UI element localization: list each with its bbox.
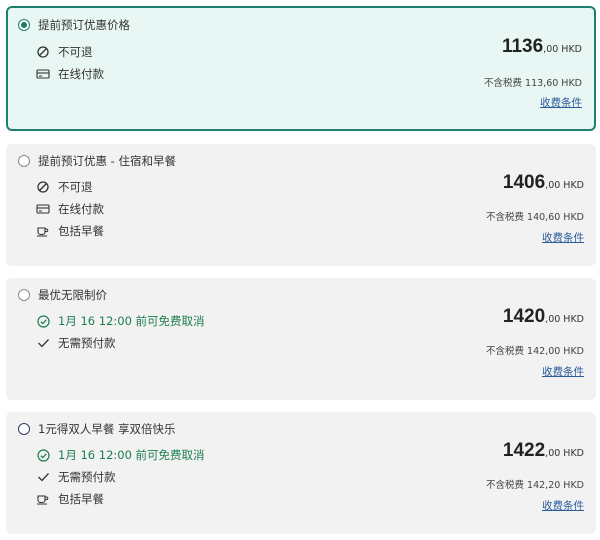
radio-button-selected[interactable]	[18, 19, 30, 31]
price-cents-currency: ,00 HKD	[545, 180, 584, 191]
radio-button[interactable]	[18, 423, 30, 435]
feature-non-refundable: 不可退	[36, 44, 93, 60]
coffee-cup-icon	[36, 224, 50, 238]
feature-free-cancellation: 1月 16 12:00 前可免费取消	[36, 313, 205, 329]
feature-pay-online: 在线付款	[36, 201, 104, 217]
rate-option-header[interactable]: 提前预订优惠 - 住宿和早餐	[18, 153, 176, 169]
radio-button[interactable]	[18, 155, 30, 167]
rate-option-header[interactable]: 提前预订优惠价格	[18, 17, 130, 33]
credit-card-icon	[36, 202, 50, 216]
charge-conditions-link[interactable]: 收费条件	[542, 230, 584, 245]
feature-breakfast: 包括早餐	[36, 491, 104, 507]
price-cents-currency: ,00 HKD	[545, 448, 584, 459]
tax-note: 不含税费 142,00 HKD	[486, 346, 584, 357]
feature-breakfast: 包括早餐	[36, 223, 104, 239]
feature-pay-online: 在线付款	[36, 66, 104, 82]
feature-text: 不可退	[58, 45, 93, 59]
charge-conditions-link[interactable]: 收费条件	[540, 95, 582, 110]
rate-title: 最优无限制价	[38, 288, 107, 302]
rate-option-4[interactable]: 1元得双人早餐 享双倍快乐 1月 16 12:00 前可免费取消 无需预付款 包…	[6, 412, 596, 534]
rate-option-1[interactable]: 提前预订优惠价格 不可退 在线付款 1136 ,00 HKD 不含税费 113,…	[6, 6, 596, 131]
tax-note: 不含税费 142,20 HKD	[486, 480, 584, 491]
rate-option-header[interactable]: 最优无限制价	[18, 287, 107, 303]
feature-no-prepayment: 无需预付款	[36, 469, 116, 485]
feature-non-refundable: 不可退	[36, 179, 93, 195]
price: 1136 ,00 HKD	[502, 36, 582, 58]
price-amount: 1136	[501, 36, 544, 57]
feature-text: 包括早餐	[58, 492, 104, 506]
no-entry-icon	[36, 45, 50, 59]
check-circle-icon	[36, 314, 50, 328]
price: 1406 ,00 HKD	[503, 172, 584, 194]
rate-option-header[interactable]: 1元得双人早餐 享双倍快乐	[18, 421, 175, 437]
price: 1420 ,00 HKD	[503, 306, 584, 328]
price-cents-currency: ,00 HKD	[545, 314, 584, 325]
feature-text: 1月 16 12:00 前可免费取消	[58, 314, 205, 328]
check-circle-icon	[36, 448, 50, 462]
charge-conditions-link[interactable]: 收费条件	[542, 498, 584, 513]
tax-note: 不含税费 113,60 HKD	[484, 78, 582, 89]
coffee-cup-icon	[36, 492, 50, 506]
feature-text: 无需预付款	[58, 470, 116, 484]
rate-option-2[interactable]: 提前预订优惠 - 住宿和早餐 不可退 在线付款 包括早餐 1406 ,00 HK…	[6, 144, 596, 266]
rate-title: 提前预订优惠 - 住宿和早餐	[38, 154, 176, 168]
feature-text: 无需预付款	[58, 336, 116, 350]
feature-text: 在线付款	[58, 67, 104, 81]
charge-conditions-link[interactable]: 收费条件	[542, 364, 584, 379]
tax-note: 不含税费 140,60 HKD	[486, 212, 584, 223]
rate-title: 提前预订优惠价格	[38, 18, 130, 32]
check-icon	[36, 470, 50, 484]
feature-no-prepayment: 无需预付款	[36, 335, 116, 351]
rate-title: 1元得双人早餐 享双倍快乐	[38, 422, 176, 436]
no-entry-icon	[36, 180, 50, 194]
feature-free-cancellation: 1月 16 12:00 前可免费取消	[36, 447, 205, 463]
credit-card-icon	[36, 67, 50, 81]
price-cents-currency: ,00 HKD	[543, 44, 582, 55]
price: 1422 ,00 HKD	[503, 440, 584, 462]
feature-text: 1月 16 12:00 前可免费取消	[58, 448, 205, 462]
price-amount: 1422	[502, 440, 546, 461]
check-icon	[36, 336, 50, 350]
feature-text: 在线付款	[58, 202, 104, 216]
rate-option-3[interactable]: 最优无限制价 1月 16 12:00 前可免费取消 无需预付款 1420 ,00…	[6, 278, 596, 400]
price-amount: 1406	[502, 172, 546, 193]
price-amount: 1420	[502, 306, 546, 327]
radio-button[interactable]	[18, 289, 30, 301]
feature-text: 包括早餐	[58, 224, 104, 238]
feature-text: 不可退	[58, 180, 93, 194]
